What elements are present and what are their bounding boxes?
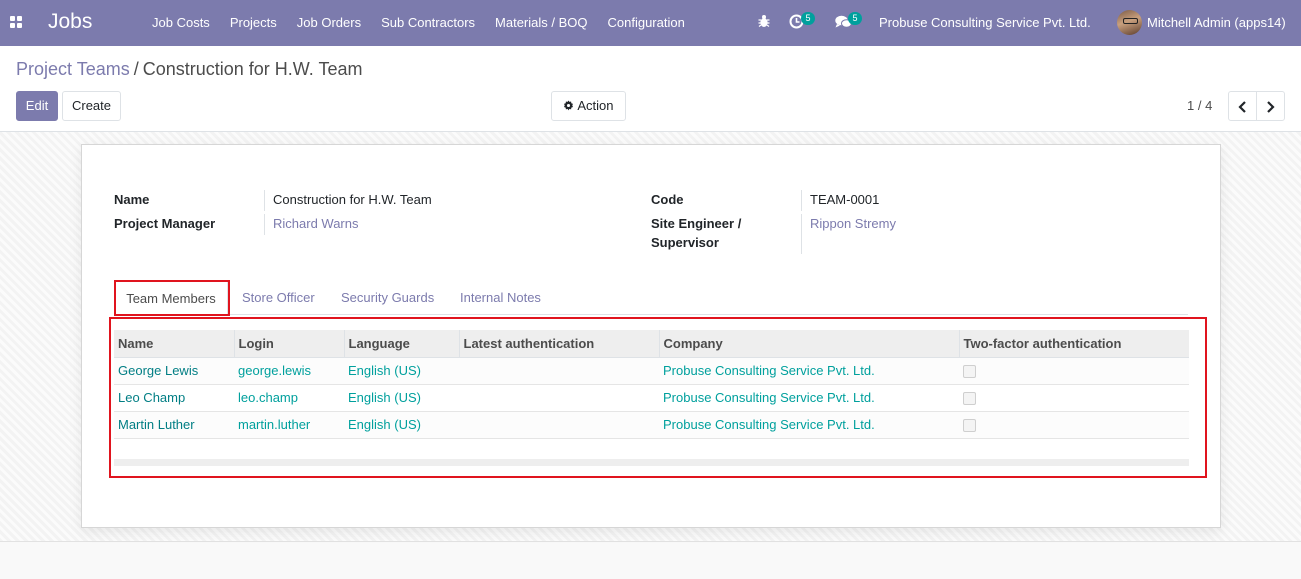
site-engineer-label-line1: Site Engineer / (651, 216, 742, 231)
create-button[interactable]: Create (62, 91, 121, 121)
menu-item-materials-boq[interactable]: Materials / BOQ (485, 0, 597, 46)
code-separator (801, 190, 802, 211)
app-brand[interactable]: Jobs (48, 10, 92, 34)
menu-item-job-costs[interactable]: Job Costs (142, 0, 220, 46)
company-switcher[interactable]: Probuse Consulting Service Pvt. Ltd. (879, 15, 1091, 30)
menu-item-sub-contractors[interactable]: Sub Contractors (371, 0, 485, 46)
project-manager-label: Project Manager (114, 216, 216, 231)
breadcrumb-current: Construction for H.W. Team (142, 59, 363, 79)
site-engineer-label-line2: Supervisor (651, 235, 719, 250)
user-avatar[interactable] (1117, 10, 1142, 35)
name-label: Name (114, 192, 150, 207)
notebook-tabs: Team Members Store Officer Security Guar… (114, 281, 1188, 315)
action-button-label: Action (577, 98, 614, 113)
edit-button[interactable]: Edit (16, 91, 58, 121)
pager-previous-button[interactable] (1228, 91, 1257, 121)
breadcrumb: Project Teams / Construction for H.W. Team (16, 59, 362, 80)
apps-menu-icon[interactable] (10, 16, 22, 28)
action-button[interactable]: Action (551, 91, 626, 121)
breadcrumb-parent-link[interactable]: Project Teams (16, 59, 130, 79)
bug-icon[interactable] (758, 14, 770, 31)
tab-store-officer[interactable]: Store Officer (242, 281, 315, 315)
menu-item-configuration[interactable]: Configuration (598, 0, 695, 46)
name-field[interactable]: Construction for H.W. Team (273, 190, 432, 209)
site-engineer-link[interactable]: Rippon Stremy (810, 214, 896, 233)
tab-security-guards[interactable]: Security Guards (341, 281, 434, 315)
main-menu: Job Costs Projects Job Orders Sub Contra… (142, 0, 695, 46)
pager-value[interactable]: 1 / 4 (1187, 98, 1212, 113)
table-highlight-box (109, 317, 1207, 478)
activity-count-badge: 5 (801, 12, 815, 25)
form-sheet: Name Construction for H.W. Team Project … (81, 144, 1221, 528)
messages-count-badge: 5 (848, 12, 862, 25)
code-field[interactable]: TEAM-0001 (810, 190, 879, 209)
tab-highlight-box (114, 280, 230, 316)
tab-internal-notes[interactable]: Internal Notes (460, 281, 541, 315)
pager-next-button[interactable] (1256, 91, 1285, 121)
project-manager-separator (264, 214, 265, 235)
gear-icon (563, 93, 574, 121)
user-menu[interactable]: Mitchell Admin (apps14) (1147, 15, 1286, 30)
top-navbar: Jobs Job Costs Projects Job Orders Sub C… (0, 0, 1301, 46)
site-engineer-separator (801, 214, 802, 254)
page-footer-area (0, 541, 1301, 579)
breadcrumb-separator: / (133, 59, 139, 79)
project-manager-link[interactable]: Richard Warns (273, 214, 358, 233)
code-label: Code (651, 192, 684, 207)
menu-item-projects[interactable]: Projects (220, 0, 287, 46)
menu-item-job-orders[interactable]: Job Orders (287, 0, 371, 46)
name-separator (264, 190, 265, 211)
